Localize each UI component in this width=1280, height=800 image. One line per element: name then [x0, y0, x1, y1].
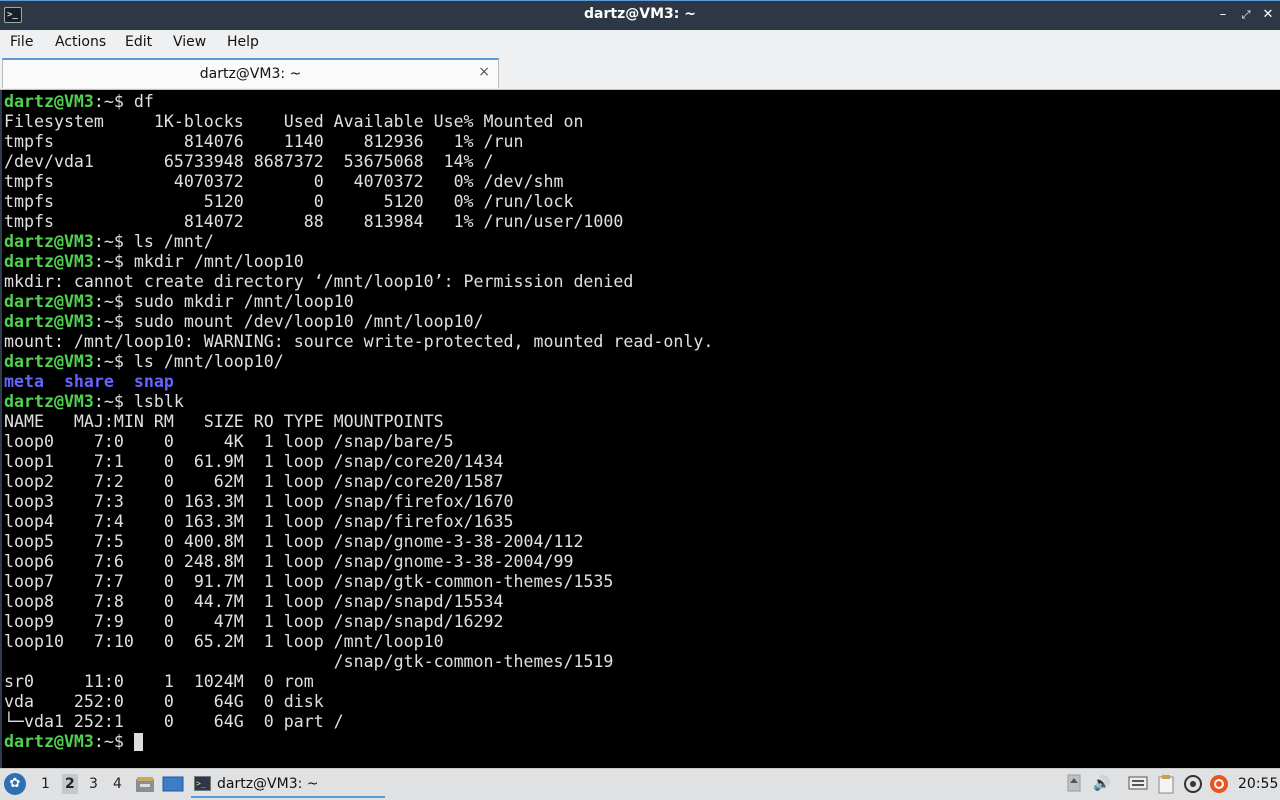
output-line: tmpfs 814072 88 813984 1% /run/user/1000	[4, 212, 624, 231]
command-text: mkdir /mnt/loop10	[123, 252, 304, 271]
prompt-user-host: dartz@VM3	[4, 292, 94, 311]
keyboard-layout-icon[interactable]	[1128, 774, 1148, 794]
prompt-user-host: dartz@VM3	[4, 732, 94, 751]
output-line: loop7 7:7 0 91.7M 1 loop /snap/gtk-commo…	[4, 572, 614, 591]
tab-close-icon[interactable]: ×	[478, 64, 490, 80]
menu-view[interactable]: View	[173, 34, 206, 50]
prompt-path: :~$	[93, 252, 124, 271]
output-line: tmpfs 4070372 0 4070372 0% /dev/shm	[4, 172, 564, 191]
taskbar: ✿ 1 2 3 4 >_ dartz@VM3: ~ 🔊 20:55	[0, 768, 1280, 800]
output-line: loop3 7:3 0 163.3M 1 loop /snap/firefox/…	[4, 492, 514, 511]
output-line: loop8 7:8 0 44.7M 1 loop /snap/snapd/155…	[4, 592, 504, 611]
prompt-line: dartz@VM3:~$ ls /mnt/loop10/	[4, 352, 284, 372]
prompt-user-host: dartz@VM3	[4, 232, 94, 251]
prompt-line: dartz@VM3:~$	[4, 732, 143, 752]
output-line: tmpfs 814076 1140 812936 1% /run	[4, 132, 524, 151]
tab-bar: dartz@VM3: ~ ×	[0, 56, 1280, 90]
workspace-1[interactable]: 1	[41, 776, 50, 792]
prompt-line: dartz@VM3:~$ df	[4, 92, 154, 112]
output-line: vda 252:0 0 64G 0 disk	[4, 692, 324, 711]
output-line: NAME MAJ:MIN RM SIZE RO TYPE MOUNTPOINTS	[4, 412, 444, 431]
prompt-line: dartz@VM3:~$ lsblk	[4, 392, 184, 412]
volume-icon[interactable]: 🔊	[1092, 774, 1112, 794]
command-text: ls /mnt/loop10/	[123, 352, 284, 371]
prompt-user-host: dartz@VM3	[4, 252, 94, 271]
prompt-line: dartz@VM3:~$ sudo mkdir /mnt/loop10	[4, 292, 354, 312]
terminal-output[interactable]: dartz@VM3:~$ df Filesystem 1K-blocks Used…	[0, 90, 1280, 768]
prompt-line: dartz@VM3:~$ mkdir /mnt/loop10	[4, 252, 304, 272]
terminal-task-icon: >_	[194, 776, 211, 791]
file-manager-icon[interactable]	[135, 774, 155, 794]
close-icon[interactable]: ✕	[1258, 5, 1278, 25]
tray-up-arrow-icon[interactable]	[1064, 774, 1084, 794]
menu-help[interactable]: Help	[227, 34, 259, 50]
prompt-user-host: dartz@VM3	[4, 392, 94, 411]
prompt-path: :~$	[93, 392, 124, 411]
prompt-path: :~$	[93, 732, 124, 751]
workspace-3[interactable]: 3	[89, 776, 98, 792]
command-text: sudo mount /dev/loop10 /mnt/loop10/	[123, 312, 484, 331]
output-line: /dev/vda1 65733948 8687372 53675068 14% …	[4, 152, 494, 171]
prompt-user-host: dartz@VM3	[4, 352, 94, 371]
tab-label: dartz@VM3: ~	[199, 66, 302, 82]
output-line: loop4 7:4 0 163.3M 1 loop /snap/firefox/…	[4, 512, 514, 531]
command-text: ls /mnt/	[123, 232, 214, 251]
network-icon[interactable]	[1183, 774, 1203, 794]
minimize-icon[interactable]: –	[1213, 5, 1233, 25]
prompt-path: :~$	[93, 232, 124, 251]
output-line: loop6 7:6 0 248.8M 1 loop /snap/gnome-3-…	[4, 552, 574, 571]
prompt-line: dartz@VM3:~$ ls /mnt/	[4, 232, 214, 252]
output-line: loop0 7:0 0 4K 1 loop /snap/bare/5	[4, 432, 454, 451]
window-title: dartz@VM3: ~	[584, 6, 696, 22]
output-line: sr0 11:0 1 1024M 0 rom	[4, 672, 314, 691]
menu-actions[interactable]: Actions	[55, 34, 106, 50]
prompt-line: dartz@VM3:~$ sudo mount /dev/loop10 /mnt…	[4, 312, 484, 332]
menu-bar: File Actions Edit View Help	[0, 30, 1280, 57]
menu-file[interactable]: File	[10, 34, 33, 50]
output-line: loop10 7:10 0 65.2M 1 loop /mnt/loop10	[4, 632, 444, 651]
window-titlebar[interactable]: >_ dartz@VM3: ~ – ⤢ ✕	[0, 0, 1280, 30]
output-line: loop1 7:1 0 61.9M 1 loop /snap/core20/14…	[4, 452, 504, 471]
output-line: loop9 7:9 0 47M 1 loop /snap/snapd/16292	[4, 612, 504, 631]
prompt-user-host: dartz@VM3	[4, 92, 94, 111]
command-text: lsblk	[123, 392, 184, 411]
output-line: loop5 7:5 0 400.8M 1 loop /snap/gnome-3-…	[4, 532, 584, 551]
prompt-path: :~$	[93, 292, 124, 311]
clock[interactable]: 20:55	[1238, 776, 1278, 792]
command-text: sudo mkdir /mnt/loop10	[123, 292, 354, 311]
output-line: /snap/gtk-common-themes/1519	[4, 652, 614, 671]
taskbar-task-label: dartz@VM3: ~	[217, 776, 319, 792]
text-cursor	[133, 733, 143, 751]
output-line: tmpfs 5120 0 5120 0% /run/lock	[4, 192, 574, 211]
clipboard-icon[interactable]	[1156, 774, 1176, 794]
workspace-2[interactable]: 2	[62, 774, 78, 794]
output-line: loop2 7:2 0 62M 1 loop /snap/core20/1587	[4, 472, 504, 491]
taskbar-task-terminal[interactable]: >_ dartz@VM3: ~	[191, 771, 385, 798]
menu-edit[interactable]: Edit	[125, 34, 152, 50]
workspace-4[interactable]: 4	[113, 776, 122, 792]
command-text	[124, 732, 134, 751]
show-desktop-icon[interactable]	[162, 774, 184, 794]
start-menu-icon[interactable]: ✿	[4, 773, 26, 795]
directory-listing: meta share snap	[4, 372, 174, 391]
prompt-path: :~$	[93, 92, 124, 111]
terminal-tab[interactable]: dartz@VM3: ~ ×	[2, 58, 499, 88]
output-line: Filesystem 1K-blocks Used Available Use%…	[4, 112, 584, 131]
update-notifier-icon[interactable]	[1209, 774, 1229, 794]
prompt-path: :~$	[93, 312, 124, 331]
prompt-path: :~$	[93, 352, 124, 371]
command-text: df	[123, 92, 154, 111]
prompt-user-host: dartz@VM3	[4, 312, 94, 331]
maximize-icon[interactable]: ⤢	[1236, 5, 1256, 25]
output-line: └─vda1 252:1 0 64G 0 part /	[4, 712, 344, 731]
output-line: mkdir: cannot create directory ‘/mnt/loo…	[4, 272, 634, 291]
output-line: mount: /mnt/loop10: WARNING: source writ…	[4, 332, 714, 351]
